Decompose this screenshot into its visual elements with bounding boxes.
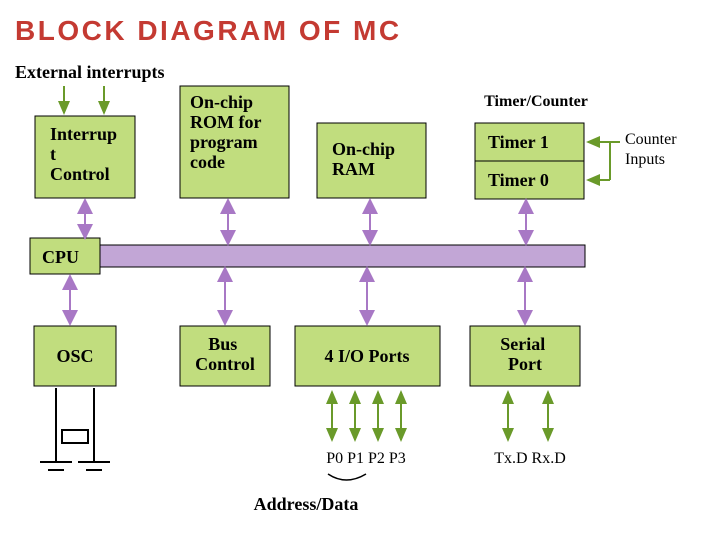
timer0-text: Timer 0 <box>488 170 549 190</box>
page-title: BLOCK DIAGRAM OF MC <box>15 15 402 46</box>
addrdata-label: Address/Data <box>254 494 359 514</box>
crystal-icon <box>40 388 110 470</box>
bus-bar <box>90 245 585 267</box>
counter-inputs-label: Counter Inputs <box>625 131 681 168</box>
ports-label: P0 P1 P2 P3 <box>326 450 406 467</box>
counter-input-arrow <box>588 142 620 180</box>
io-port-arrows <box>332 392 401 440</box>
txrx-label: Tx.D Rx.D <box>494 450 566 467</box>
timer-counter-label: Timer/Counter <box>484 93 588 110</box>
external-interrupts-label: External interrupts <box>15 62 164 82</box>
brace-icon <box>328 474 366 480</box>
io-ports-text: 4 I/O Ports <box>325 346 410 366</box>
osc-text: OSC <box>56 346 93 366</box>
cpu-text: CPU <box>42 247 79 267</box>
timer1-text: Timer 1 <box>488 132 549 152</box>
